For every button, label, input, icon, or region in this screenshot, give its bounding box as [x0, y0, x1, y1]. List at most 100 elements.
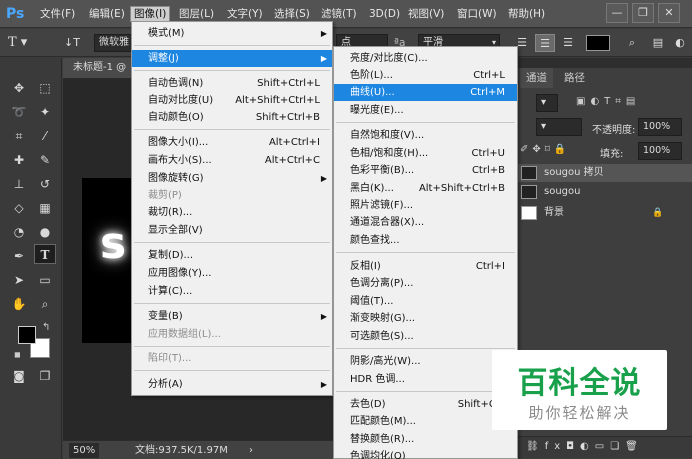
healing-brush-icon[interactable]: ✚ — [8, 150, 30, 170]
eraser-tool-icon[interactable]: ◇ — [8, 198, 30, 218]
menu-item-levels[interactable]: 色阶(L)... Ctrl+L — [334, 67, 517, 84]
menu-3d[interactable]: 3D(D) — [366, 6, 403, 22]
menu-item-equalize[interactable]: 色调均化(Q) — [334, 448, 517, 459]
swap-colors-icon[interactable]: ↰ — [42, 322, 50, 333]
type-tool-icon[interactable]: T — [34, 244, 56, 264]
layer-row[interactable]: sougou — [518, 183, 692, 201]
layer-filter-icons[interactable]: ▣◐T⌗▤ — [576, 96, 640, 107]
menu-layer[interactable]: 图层(L) — [176, 6, 217, 22]
align-center-icon[interactable]: ☰ — [535, 34, 555, 52]
magic-wand-icon[interactable]: ✦ — [34, 102, 56, 122]
menu-item-mode[interactable]: 模式(M) ▶ — [132, 25, 332, 42]
menu-filter[interactable]: 滤镜(T) — [318, 6, 360, 22]
status-arrow-icon[interactable]: › — [249, 443, 253, 458]
lock-icons[interactable]: ✐✥⌑🔒 — [520, 144, 570, 155]
menu-item-calculations[interactable]: 计算(C)... — [132, 283, 332, 300]
menu-item-black-white[interactable]: 黑白(K)... Alt+Shift+Ctrl+B — [334, 180, 517, 197]
menu-item-selective-color[interactable]: 可选颜色(S)... — [334, 328, 517, 345]
align-right-icon[interactable]: ☰ — [558, 34, 578, 52]
text-orientation-icon[interactable]: ↓T — [64, 34, 80, 52]
menu-item-adjustments[interactable]: 调整(J) ▶ — [132, 50, 332, 67]
path-selection-icon[interactable]: ➤ — [8, 270, 30, 290]
menu-image[interactable]: 图像(I) — [130, 6, 171, 22]
lasso-tool-icon[interactable]: ➰ — [8, 102, 30, 122]
fill-field[interactable]: 100% — [638, 142, 682, 160]
zoom-tool-icon[interactable]: ⌕ — [34, 294, 56, 314]
menu-item-brightness-contrast[interactable]: 亮度/对比度(C)... — [334, 50, 517, 67]
menu-item-channel-mixer[interactable]: 通道混合器(X)... — [334, 214, 517, 231]
menu-item-canvas-size[interactable]: 画布大小(S)... Alt+Ctrl+C — [132, 152, 332, 169]
text-color-swatch[interactable] — [586, 35, 610, 51]
menu-item-trim[interactable]: 裁切(R)... — [132, 204, 332, 221]
type-tool-preset-icon[interactable]: T ▾ — [8, 34, 27, 52]
menu-item-photo-filter[interactable]: 照片滤镜(F)... — [334, 197, 517, 214]
menu-item-invert[interactable]: 反相(I) Ctrl+I — [334, 258, 517, 275]
menu-item-hue-saturation[interactable]: 色相/饱和度(H)... Ctrl+U — [334, 145, 517, 162]
crop-tool-icon[interactable]: ⌗ — [8, 126, 30, 146]
menu-file[interactable]: 文件(F) — [37, 6, 78, 22]
menu-item-replace-color[interactable]: 替换颜色(R)... — [334, 431, 517, 448]
menu-item-posterize[interactable]: 色调分离(P)... — [334, 275, 517, 292]
layer-footer-icons[interactable]: ⛓fx◘◐▭❏🗑 — [526, 441, 644, 452]
menu-item-apply-image[interactable]: 应用图像(Y)... — [132, 265, 332, 282]
foreground-color-swatch[interactable] — [18, 326, 36, 344]
menu-item-auto-color[interactable]: 自动颜色(O) Shift+Ctrl+B — [132, 109, 332, 126]
menu-item-image-rotation[interactable]: 图像旋转(G) ▶ — [132, 170, 332, 187]
menu-item-variables[interactable]: 变量(B) ▶ — [132, 308, 332, 325]
opacity-field[interactable]: 100% — [638, 118, 682, 136]
tab-paths[interactable]: 路径 — [558, 68, 591, 88]
menu-type[interactable]: 文字(Y) — [224, 6, 266, 22]
menu-help[interactable]: 帮助(H) — [505, 6, 548, 22]
zoom-level[interactable]: 50% — [69, 443, 99, 458]
font-family-field[interactable]: 微软雅 — [94, 34, 132, 52]
dodge-tool-icon[interactable]: ● — [34, 222, 56, 242]
minimize-button[interactable]: — — [606, 3, 628, 23]
menu-item-auto-tone[interactable]: 自动色调(N) Shift+Ctrl+L — [132, 75, 332, 92]
menu-item-color-balance[interactable]: 色彩平衡(B)... Ctrl+B — [334, 162, 517, 179]
hand-tool-icon[interactable]: ✋ — [8, 294, 30, 314]
default-colors-icon[interactable]: ◼ — [14, 350, 21, 359]
clone-stamp-icon[interactable]: ⊥ — [8, 174, 30, 194]
blend-mode-select[interactable]: ▾ — [536, 118, 582, 136]
menu-item-vibrance[interactable]: 自然饱和度(V)... — [334, 127, 517, 144]
marquee-tool-icon[interactable]: ⬚ — [34, 78, 56, 98]
menu-view[interactable]: 视图(V) — [405, 6, 447, 22]
menu-item-hdr-toning[interactable]: HDR 色调... — [334, 371, 517, 388]
menu-item-analysis[interactable]: 分析(A) ▶ — [132, 376, 332, 393]
menu-item-desaturate[interactable]: 去色(D) Shift+Ctrl+ — [334, 396, 517, 413]
warp-text-icon[interactable]: ⌕ — [622, 34, 642, 52]
history-brush-icon[interactable]: ↺ — [34, 174, 56, 194]
gradient-tool-icon[interactable]: ▦ — [34, 198, 56, 218]
menu-item-exposure[interactable]: 曝光度(E)... — [334, 102, 517, 119]
layer-name: sougou — [544, 186, 581, 197]
menu-item-reveal-all[interactable]: 显示全部(V) — [132, 222, 332, 239]
move-tool-icon[interactable]: ✥ — [8, 78, 30, 98]
menu-window[interactable]: 窗口(W) — [454, 6, 500, 22]
tab-channels[interactable]: 通道 — [520, 68, 553, 88]
menu-item-color-lookup[interactable]: 颜色查找... — [334, 232, 517, 249]
menu-edit[interactable]: 编辑(E) — [86, 6, 128, 22]
3d-text-icon[interactable]: ◐ — [670, 34, 690, 52]
restore-button[interactable]: ❐ — [632, 3, 654, 23]
menu-item-threshold[interactable]: 阈值(T)... — [334, 293, 517, 310]
quick-mask-icon[interactable]: ◙ — [8, 366, 30, 386]
layer-row[interactable]: 背景 🔒 — [518, 204, 692, 222]
brush-tool-icon[interactable]: ✎ — [34, 150, 56, 170]
layer-row[interactable]: sougou 拷贝 — [518, 164, 692, 182]
pen-tool-icon[interactable]: ✒ — [8, 246, 30, 266]
menu-item-duplicate[interactable]: 复制(D)... — [132, 247, 332, 264]
eyedropper-icon[interactable]: ⁄ — [34, 126, 56, 146]
menu-select[interactable]: 选择(S) — [271, 6, 313, 22]
blur-tool-icon[interactable]: ◔ — [8, 222, 30, 242]
rectangle-tool-icon[interactable]: ▭ — [34, 270, 56, 290]
menu-item-image-size[interactable]: 图像大小(I)... Alt+Ctrl+I — [132, 134, 332, 151]
character-panel-icon[interactable]: ▤ — [648, 34, 668, 52]
menu-item-auto-contrast[interactable]: 自动对比度(U) Alt+Shift+Ctrl+L — [132, 92, 332, 109]
screen-mode-icon[interactable]: ❐ — [34, 366, 56, 386]
menu-item-curves[interactable]: 曲线(U)... Ctrl+M — [334, 84, 517, 101]
menu-item-match-color[interactable]: 匹配颜色(M)... — [334, 413, 517, 430]
close-button[interactable]: ✕ — [658, 3, 680, 23]
menu-item-shadows-highlights[interactable]: 阴影/高光(W)... — [334, 353, 517, 370]
menu-item-gradient-map[interactable]: 渐变映射(G)... — [334, 310, 517, 327]
filter-kind-select[interactable]: ▾ — [536, 94, 558, 112]
